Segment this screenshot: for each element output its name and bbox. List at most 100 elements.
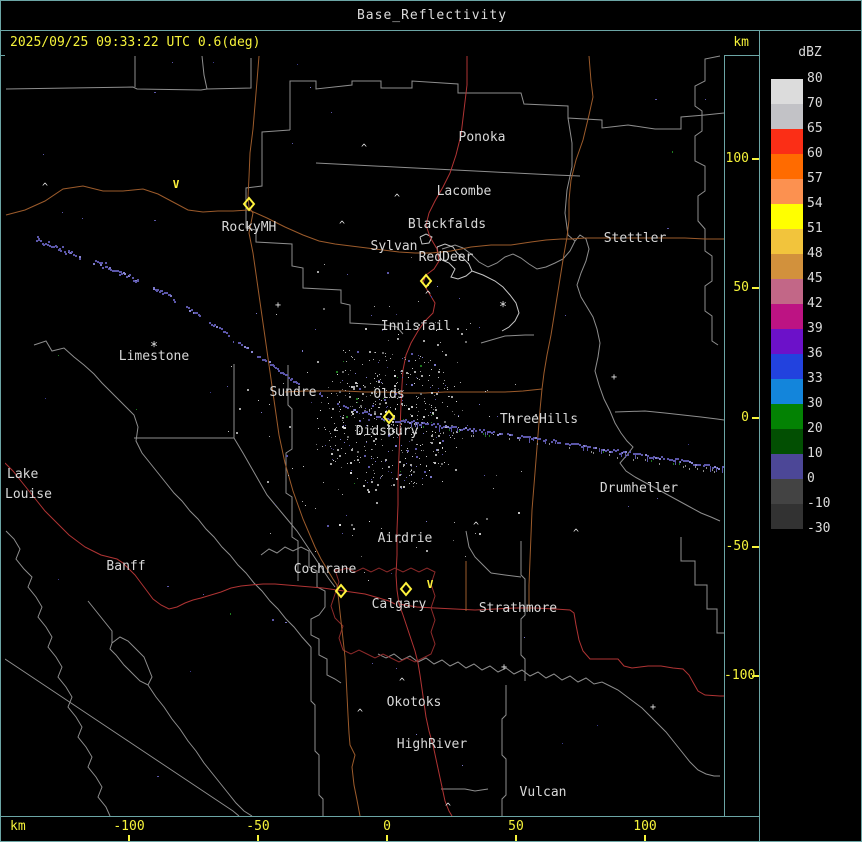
legend-color-block [771,104,803,129]
echo-streak-dot [269,361,271,363]
plus-symbol: + [501,662,507,673]
radar-speck [688,444,689,445]
radar-clutter-dot [365,328,367,330]
radar-clutter-dot [416,396,417,397]
radar-clutter-dot [356,385,358,387]
radar-clutter-dot [423,450,424,451]
radar-clutter-dot [515,384,516,385]
echo-streak-tick [716,467,717,472]
peak-symbol: ^ [445,802,451,813]
radar-clutter-dot [416,456,418,458]
radar-clutter-dot [369,411,370,412]
radar-clutter-dot [371,315,372,316]
radar-clutter-dot [416,483,417,484]
radar-clutter-dot [343,428,344,429]
radar-clutter-dot [462,438,463,439]
radar-clutter-dot [317,361,319,363]
echo-streak-dot [493,431,495,433]
radar-clutter-dot [374,411,376,413]
radar-clutter-dot [448,464,449,465]
y-tick-mark [752,158,759,160]
legend-value-label: 70 [807,96,823,111]
radar-clutter-dot [371,481,373,483]
echo-streak-dot [695,466,696,468]
echo-streak-dot [425,423,427,425]
radar-clutter-dot [270,533,271,534]
radar-clutter-dot [289,426,291,428]
map-boundary-line [465,530,492,574]
radar-clutter-dot [461,333,463,335]
radar-clutter-dot [414,371,416,373]
radar-clutter-dot [399,461,401,463]
radar-clutter-dot [447,406,448,407]
radar-clutter-dot [451,396,453,398]
radar-clutter-dot [407,450,409,452]
radar-clutter-dot [444,388,445,389]
radar-clutter-dot [422,385,423,386]
radar-speck [479,327,480,328]
echo-streak-dot [675,458,677,460]
echo-streak-dot [196,312,198,314]
radar-clutter-dot [371,479,372,480]
radar-clutter-dot [269,404,270,405]
echo-streak-dot [160,290,162,292]
radar-clutter-dot [343,350,344,351]
echo-streak-dot [551,441,553,443]
radar-clutter-dot [395,408,396,409]
radar-clutter-dot [355,382,357,384]
legend-value-label: 51 [807,221,823,236]
map-boundary-line [480,334,534,344]
radar-clutter-dot [410,465,411,466]
radar-clutter-dot [342,426,344,428]
radar-clutter-dot [356,398,358,400]
city-label: Strathmore [479,601,557,616]
map-boundary-line [680,537,724,634]
radar-clutter-dot [339,411,340,412]
radar-clutter-dot [339,455,341,457]
radar-clutter-dot [351,415,352,416]
radar-clutter-dot [351,356,352,357]
echo-streak-dot [559,442,561,444]
radar-speck [310,87,311,88]
city-label: Sundre [270,385,317,400]
city-label: Limestone [119,349,190,364]
echo-streak-dot [593,447,595,449]
radar-clutter-dot [466,329,467,330]
radar-clutter-dot [385,402,387,404]
radar-clutter-dot [401,370,403,372]
radar-display[interactable]: ^ ^ ^ ^ ^ ^ ^ ^ ^ ^ * * + + + + Ponoka Lacombe Blackfalds S… [5,55,724,816]
x-tick-mark [386,835,388,841]
city-label: Louise [5,487,52,502]
radar-clutter-dot [390,358,391,359]
radar-clutter-dot [377,375,378,376]
radar-map-canvas[interactable]: ^^^^^^^^^^**++++PonokaLacombeBlackfaldsS… [5,55,724,816]
echo-streak-tick [457,428,458,432]
legend-value-label: 10 [807,446,823,461]
echo-streak-tick [529,438,530,443]
radar-speck [62,212,63,213]
radar-clutter-dot [427,422,428,423]
legend-color-block [771,404,803,429]
echo-streak-tick [675,460,676,465]
echo-streak-dot [48,241,50,243]
radar-speck [297,64,298,65]
radar-clutter-dot [359,420,360,421]
radar-clutter-dot [431,369,432,370]
radar-clutter-dot [376,381,377,382]
radar-speck [346,515,347,516]
echo-streak-tick [599,448,600,452]
radar-clutter-dot [275,504,276,505]
echo-streak-dot [189,310,191,312]
radar-clutter-dot [345,395,346,396]
radar-clutter-dot [349,391,350,392]
echo-streak-dot [623,451,625,453]
radar-clutter-dot [385,375,386,376]
radar-clutter-dot [431,415,432,416]
legend-color-block [771,379,803,404]
echo-streak-dot [121,273,123,275]
radar-clutter-dot [349,396,351,398]
echo-streak-dot [164,292,166,294]
radar-clutter-dot [396,478,398,480]
radar-clutter-dot [373,403,374,404]
radar-clutter-dot [342,417,344,419]
